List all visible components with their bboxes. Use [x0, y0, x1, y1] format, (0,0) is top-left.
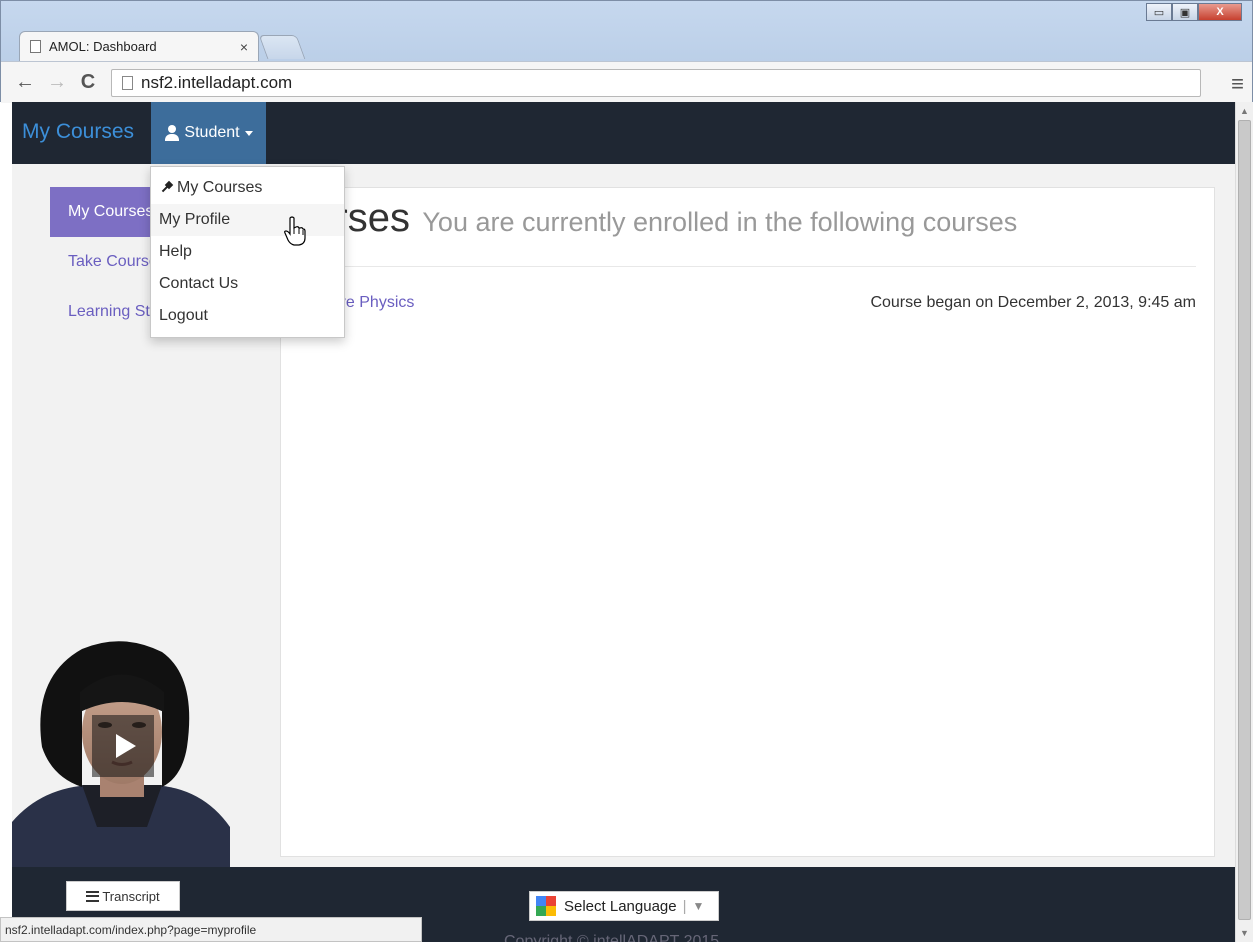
- brand-link[interactable]: My Courses: [22, 120, 134, 144]
- scroll-thumb[interactable]: [1238, 120, 1251, 920]
- course-start-date: Course began on December 2, 2013, 9:45 a…: [870, 294, 1196, 311]
- page-title: Courses You are currently enrolled in th…: [281, 196, 1017, 241]
- top-navbar: My Courses Student: [12, 102, 1235, 164]
- pin-icon: [159, 181, 173, 195]
- close-window-button[interactable]: X: [1198, 3, 1242, 21]
- transcript-button[interactable]: Transcript: [66, 881, 180, 911]
- google-translate-icon: [536, 896, 556, 916]
- page-icon: [30, 40, 41, 53]
- browser-toolbar: ← → C nsf2.intelladapt.com ≡: [1, 61, 1252, 103]
- avatar-video[interactable]: [12, 637, 230, 867]
- scroll-down-icon[interactable]: ▼: [1240, 928, 1249, 938]
- url-text: nsf2.intelladapt.com: [141, 72, 293, 92]
- forward-icon[interactable]: →: [47, 71, 67, 94]
- window-controls: ▭ ▣ X: [1146, 3, 1242, 21]
- status-bar: nsf2.intelladapt.com/index.php?page=mypr…: [0, 917, 422, 942]
- menu-item-my-profile[interactable]: My Profile: [151, 204, 344, 236]
- menu-item-contact-us[interactable]: Contact Us: [151, 268, 344, 300]
- page-subtitle: You are currently enrolled in the follow…: [422, 207, 1018, 237]
- transcript-label: Transcript: [102, 888, 160, 904]
- scroll-up-icon[interactable]: ▲: [1240, 106, 1249, 116]
- browser-chrome: ▭ ▣ X AMOL: Dashboard × ← → C nsf2.intel…: [0, 0, 1253, 103]
- tab-close-icon[interactable]: ×: [240, 39, 248, 55]
- browser-menu-icon[interactable]: ≡: [1231, 71, 1244, 97]
- menu-item-help[interactable]: Help: [151, 236, 344, 268]
- browser-tab[interactable]: AMOL: Dashboard ×: [19, 31, 259, 61]
- student-label: Student: [184, 124, 240, 141]
- play-button[interactable]: [92, 715, 154, 777]
- student-menu-button[interactable]: Student: [151, 102, 266, 164]
- copyright-text: Copyright © intellADAPT 2015: [504, 933, 720, 942]
- maximize-button[interactable]: ▣: [1172, 3, 1198, 21]
- user-icon: [164, 125, 180, 141]
- minimize-button[interactable]: ▭: [1146, 3, 1172, 21]
- hand-cursor-icon: [284, 216, 306, 246]
- divider: [301, 266, 1196, 267]
- menu-item-my-courses[interactable]: My Courses: [151, 172, 344, 204]
- language-select[interactable]: Select Language | ▼: [529, 891, 719, 921]
- address-bar[interactable]: nsf2.intelladapt.com: [111, 68, 1201, 97]
- new-tab-button[interactable]: [258, 35, 306, 59]
- menu-item-logout[interactable]: Logout: [151, 300, 344, 332]
- page-icon: [122, 75, 133, 90]
- list-icon: [86, 890, 100, 902]
- reload-icon[interactable]: C: [79, 71, 97, 94]
- back-icon[interactable]: ←: [15, 71, 35, 94]
- courses-panel: Courses You are currently enrolled in th…: [280, 187, 1215, 857]
- tab-title: AMOL: Dashboard: [49, 39, 157, 54]
- language-label: Select Language: [564, 897, 677, 915]
- student-dropdown-menu: My Courses My Profile Help Contact Us Lo…: [150, 166, 345, 338]
- caret-down-icon: [244, 130, 253, 136]
- dropdown-arrow-icon: ▼: [692, 899, 705, 913]
- vertical-scrollbar[interactable]: ▲ ▼: [1235, 102, 1253, 942]
